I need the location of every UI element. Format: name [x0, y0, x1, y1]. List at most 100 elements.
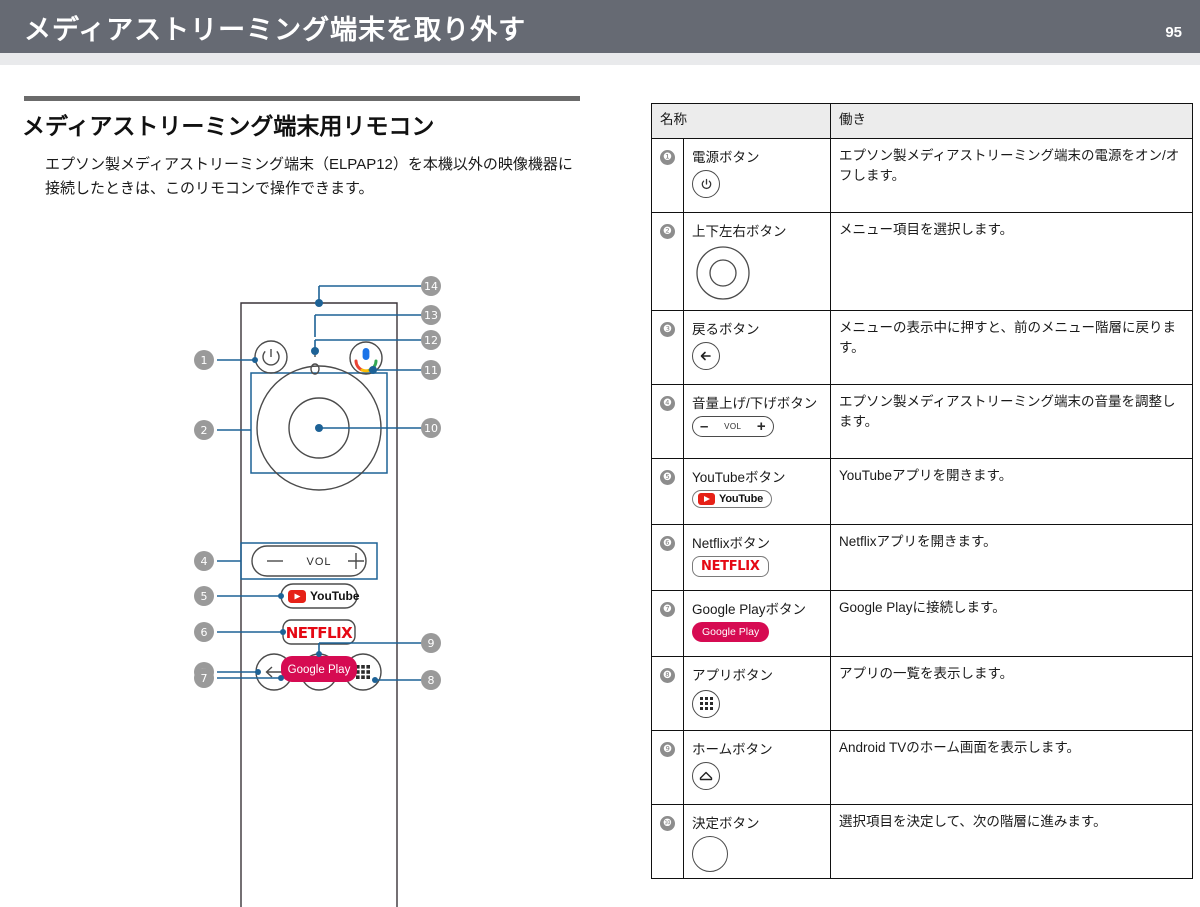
callout-10: 10 — [421, 418, 441, 438]
back-arrow-icon — [692, 342, 720, 370]
button-name: 音量上げ/下げボタン — [692, 396, 818, 411]
svg-text:7: 7 — [201, 672, 208, 685]
callout-badge: ❼ — [660, 602, 675, 617]
row-number: ❽ — [651, 656, 684, 731]
button-name: Netflixボタン — [692, 536, 771, 551]
table-row: ❽ アプリボタン アプリの一覧を表示します。 — [651, 656, 1193, 731]
svg-text:8: 8 — [428, 674, 435, 687]
svg-text:10: 10 — [424, 422, 438, 435]
left-column: メディアストリーミング端末用リモコン エプソン製メディアストリーミング端末（EL… — [0, 65, 640, 907]
power-button — [254, 340, 288, 374]
table-row: ❶ 電源ボタン エプソン製メディアストリーミング端末の電源をオン/オフします。 — [651, 138, 1193, 213]
table-row: ❼ Google Playボタン Google Play Google Play… — [651, 590, 1193, 657]
svg-text:NETFLIX: NETFLIX — [286, 624, 353, 642]
youtube-button: YouTube — [280, 583, 360, 609]
row-function-cell: メニュー項目を選択します。 — [830, 212, 1193, 311]
apps-grid-dots — [699, 697, 713, 710]
section-heading: メディアストリーミング端末用リモコン — [22, 113, 435, 139]
volume-plus-sign: + — [756, 418, 766, 435]
row-number: ❾ — [651, 730, 684, 805]
row-number: ❶ — [651, 138, 684, 213]
table-row: ❺ YouTubeボタン YouTube YouTubeアプリを開きます。 — [651, 458, 1193, 525]
volume-icon: – VOL + — [692, 416, 774, 437]
table-row: ❹ 音量上げ/下げボタン – VOL + エプソン製メディアストリーミング端末の… — [651, 384, 1193, 459]
callout-13: 13 — [421, 305, 441, 325]
column-header-name: 名称 — [651, 103, 831, 139]
section-paragraph: エプソン製メディアストリーミング端末（ELPAP12）を本機以外の映像機器に接続… — [45, 156, 573, 198]
callout-badge: ❿ — [660, 816, 675, 831]
row-function-cell: エプソン製メディアストリーミング端末の電源をオン/オフします。 — [830, 138, 1193, 213]
row-number: ❹ — [651, 384, 684, 459]
table-row: ❻ Netflixボタン NETFLIX Netflixアプリを開きます。 — [651, 524, 1193, 591]
page-header-underbar — [0, 53, 1200, 65]
button-name: Google Playボタン — [692, 602, 807, 617]
row-function-cell: Android TVのホーム画面を表示します。 — [830, 730, 1193, 805]
googleplay-button: Google Play — [281, 656, 357, 682]
svg-text:9: 9 — [428, 637, 435, 650]
button-name: 決定ボタン — [692, 816, 760, 831]
netflix-logo-icon: NETFLIX — [692, 556, 769, 577]
row-function-cell: アプリの一覧を表示します。 — [830, 656, 1193, 731]
table-row: ❾ ホームボタン Android TVのホーム画面を表示します。 — [651, 730, 1193, 805]
row-number: ❸ — [651, 310, 684, 385]
home-icon — [692, 762, 720, 790]
row-name-cell: Google Playボタン Google Play — [683, 590, 831, 657]
svg-text:4: 4 — [201, 555, 208, 568]
callout-8: 8 — [421, 670, 441, 690]
svg-text:VOL: VOL — [306, 556, 331, 568]
svg-text:6: 6 — [201, 626, 208, 639]
column-header-function: 働き — [830, 103, 1193, 139]
section-rule — [24, 96, 580, 101]
dpad-icon — [692, 246, 754, 305]
callout-11: 11 — [421, 360, 441, 380]
youtube-logo-icon: YouTube — [692, 490, 773, 508]
youtube-wordmark: YouTube — [719, 493, 764, 505]
remote-button-table: 名称 働き ❶ 電源ボタン エプソン製メディアストリーミング端末の電源をオン/オ… — [651, 103, 1193, 879]
row-function-cell: エプソン製メディアストリーミング端末の音量を調整します。 — [830, 384, 1193, 459]
callout-badge: ❷ — [660, 224, 675, 239]
svg-text:2: 2 — [201, 424, 208, 437]
apps-grid-icon — [692, 689, 720, 718]
row-function-cell: Netflixアプリを開きます。 — [830, 524, 1193, 591]
svg-text:YouTube: YouTube — [310, 589, 360, 603]
svg-text:11: 11 — [424, 364, 438, 377]
callout-9: 9 — [421, 633, 441, 653]
button-name: 電源ボタン — [692, 150, 760, 165]
callout-badge: ❾ — [660, 742, 675, 757]
volume-label: VOL — [724, 422, 742, 431]
callout-4: 4 — [194, 551, 214, 571]
row-name-cell: Netflixボタン NETFLIX — [683, 524, 831, 591]
row-number: ❼ — [651, 590, 684, 657]
table-row: ❷ 上下左右ボタン メニュー項目を選択します。 — [651, 212, 1193, 311]
row-function-cell: メニューの表示中に押すと、前のメニュー階層に戻ります。 — [830, 310, 1193, 385]
table-row: ❸ 戻るボタン メニューの表示中に押すと、前のメニュー階層に戻ります。 — [651, 310, 1193, 385]
svg-text:14: 14 — [424, 280, 438, 293]
remote-body-outline — [240, 302, 398, 907]
row-function-cell: YouTubeアプリを開きます。 — [830, 458, 1193, 525]
netflix-button: NETFLIX — [282, 619, 356, 645]
callout-7: 7 — [194, 668, 214, 688]
row-number: ❺ — [651, 458, 684, 525]
svg-text:1: 1 — [201, 354, 208, 367]
button-name: 上下左右ボタン — [692, 224, 787, 239]
svg-text:12: 12 — [424, 334, 438, 347]
page-title: メディアストリーミング端末を取り外す — [24, 15, 527, 45]
button-name: YouTubeボタン — [692, 470, 786, 485]
callout-badge: ❺ — [660, 470, 675, 485]
row-name-cell: 電源ボタン — [683, 138, 831, 213]
callout-badge: ❻ — [660, 536, 675, 551]
table-header-row: 名称 働き — [651, 103, 1193, 139]
button-name: ホームボタン — [692, 742, 773, 757]
svg-text:5: 5 — [201, 590, 208, 603]
row-name-cell: YouTubeボタン YouTube — [683, 458, 831, 525]
callout-badge: ❽ — [660, 668, 675, 683]
row-number: ❻ — [651, 524, 684, 591]
volume-button: VOL — [240, 542, 378, 580]
youtube-play-glyph — [698, 493, 715, 505]
remote-diagram: .lead { stroke:#1d6296; stroke-width:1.6… — [0, 215, 640, 907]
row-function-cell: Google Playに接続します。 — [830, 590, 1193, 657]
row-number: ❷ — [651, 212, 684, 311]
callout-badge: ❸ — [660, 322, 675, 337]
row-name-cell: 音量上げ/下げボタン – VOL + — [683, 384, 831, 459]
power-icon — [692, 170, 720, 198]
